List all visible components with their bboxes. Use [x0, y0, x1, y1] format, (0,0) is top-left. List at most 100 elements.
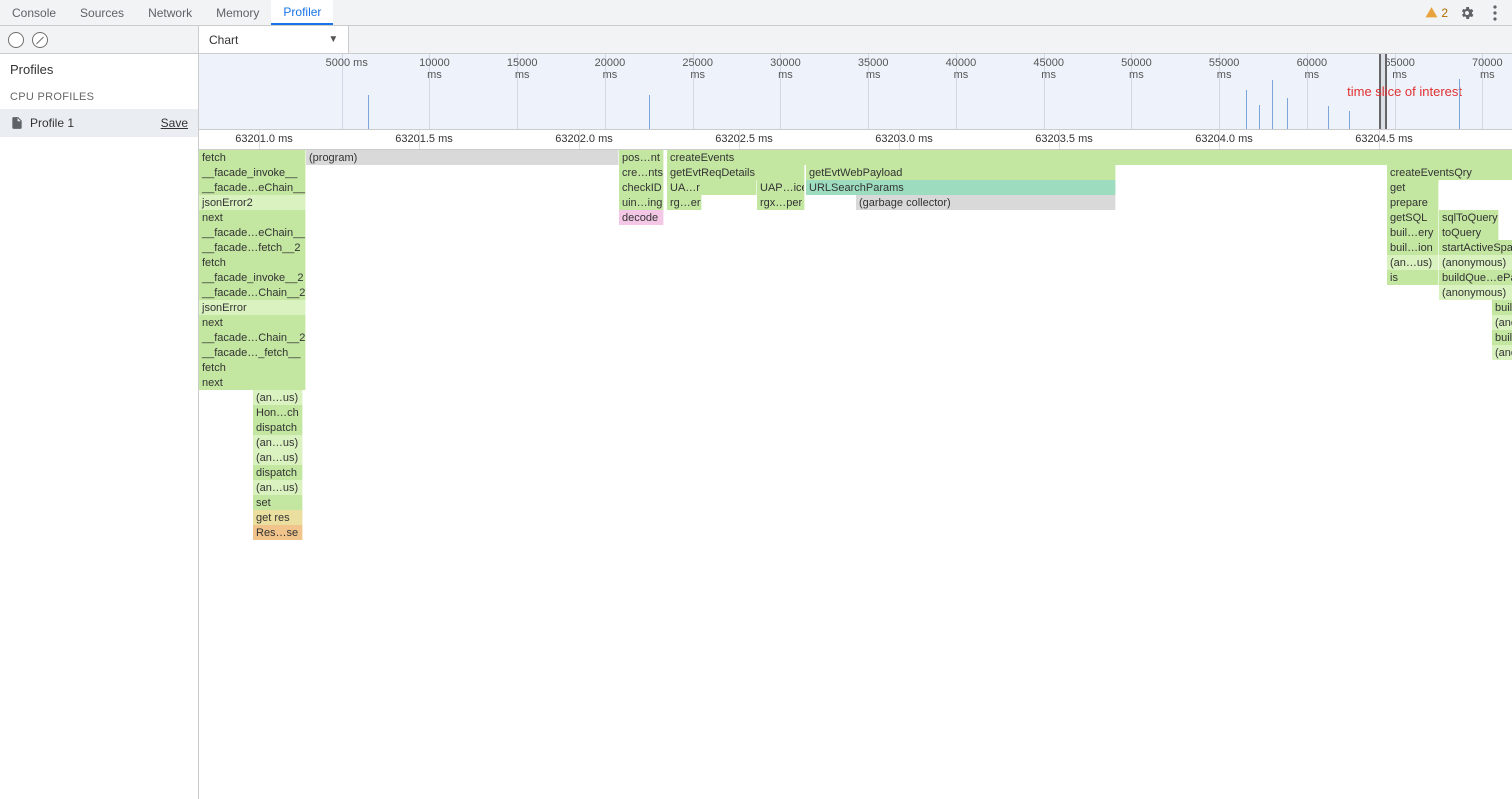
flame-bar[interactable]: dispatch: [253, 465, 303, 480]
overview-tick: 45000 ms: [1044, 54, 1045, 129]
flame-bar[interactable]: __facade…eChain__: [199, 180, 306, 195]
profiles-sidebar: Profiles CPU PROFILES Profile 1 Save: [0, 54, 199, 799]
flame-bar[interactable]: (an…us): [1387, 255, 1439, 270]
flame-bar[interactable]: URLSearchParams: [806, 180, 1116, 195]
overview-tick: 55000 ms: [1219, 54, 1220, 129]
flame-bar[interactable]: getEvtReqDetails: [667, 165, 805, 180]
flame-bar[interactable]: dispatch: [253, 420, 303, 435]
flame-bar[interactable]: buildQue…eParams: [1439, 270, 1512, 285]
view-mode-select[interactable]: Chart ▼: [199, 26, 349, 53]
flame-bar[interactable]: Hon…ch: [253, 405, 303, 420]
record-button[interactable]: [8, 32, 24, 48]
flame-bar[interactable]: fetch: [199, 360, 306, 375]
flame-bar[interactable]: createEventsQry: [1387, 165, 1512, 180]
flame-bar[interactable]: sqlToQuery: [1439, 210, 1499, 225]
flame-bar[interactable]: fetch: [199, 255, 306, 270]
flame-bar[interactable]: (anonymous): [1439, 255, 1512, 270]
flame-bar[interactable]: cre…nts: [619, 165, 664, 180]
overview-tick: 70000 ms: [1482, 54, 1483, 129]
flame-bar[interactable]: __facade…fetch__2: [199, 240, 306, 255]
flame-bar[interactable]: __facade…_fetch__: [199, 345, 306, 360]
flame-bar[interactable]: (anonymous): [1439, 285, 1512, 300]
tab-sources[interactable]: Sources: [68, 0, 136, 25]
flame-bar[interactable]: uin…ing: [619, 195, 664, 210]
flame-bar[interactable]: rgx…per: [757, 195, 805, 210]
flame-bar[interactable]: is: [1387, 270, 1439, 285]
overview-timeline[interactable]: 5000 ms10000 ms15000 ms20000 ms25000 ms3…: [199, 54, 1512, 130]
overview-tick: 10000 ms: [429, 54, 430, 129]
overview-tick: 35000 ms: [868, 54, 869, 129]
flame-bar[interactable]: (an…us): [253, 390, 303, 405]
ruler-tick: 63204.5 ms: [1379, 130, 1380, 149]
flame-bar[interactable]: prepare: [1387, 195, 1439, 210]
flame-bar[interactable]: (an…us): [253, 435, 303, 450]
chevron-down-icon: ▼: [328, 34, 338, 45]
flame-bar[interactable]: set: [253, 495, 303, 510]
overview-spike: [1259, 105, 1260, 129]
flame-bar[interactable]: __facade_invoke__2: [199, 270, 306, 285]
tab-memory[interactable]: Memory: [204, 0, 271, 25]
profile-item[interactable]: Profile 1 Save: [0, 109, 198, 137]
flame-bar[interactable]: get res: [253, 510, 303, 525]
flame-bar[interactable]: (garbage collector): [856, 195, 1116, 210]
flame-bar[interactable]: decode: [619, 210, 664, 225]
flame-bar[interactable]: next: [199, 210, 306, 225]
flame-chart[interactable]: call stack fetch(program)pos…ntcreateEve…: [199, 150, 1512, 799]
ruler-tick: 63203.0 ms: [899, 130, 900, 149]
profile-name: Profile 1: [30, 116, 74, 130]
tab-profiler[interactable]: Profiler: [271, 0, 333, 25]
overview-tick: 60000 ms: [1307, 54, 1308, 129]
tab-console[interactable]: Console: [0, 0, 68, 25]
save-profile-link[interactable]: Save: [161, 116, 188, 130]
flame-bar[interactable]: (an…us): [253, 450, 303, 465]
overview-spike: [1287, 98, 1288, 129]
annotation-time-slice: time slice of interest: [1347, 84, 1462, 100]
flame-bar[interactable]: (ano…us): [1492, 315, 1512, 330]
document-icon: [10, 115, 24, 131]
flame-bar[interactable]: __facade…eChain__: [199, 225, 306, 240]
flame-bar[interactable]: checkID: [619, 180, 664, 195]
flame-bar[interactable]: pos…nt: [619, 150, 664, 165]
flame-bar[interactable]: __facade…Chain__2: [199, 285, 306, 300]
profiler-toolbar: Chart ▼: [0, 26, 1512, 54]
flame-bar[interactable]: buil…ams: [1492, 300, 1512, 315]
flame-bar[interactable]: buil…ion: [1387, 240, 1439, 255]
overview-tick: 20000 ms: [605, 54, 606, 129]
detail-ruler[interactable]: 63201.0 ms63201.5 ms63202.0 ms63202.5 ms…: [199, 130, 1512, 150]
flame-bar[interactable]: buil…ery: [1387, 225, 1439, 240]
flame-bar[interactable]: getSQL: [1387, 210, 1439, 225]
tab-network[interactable]: Network: [136, 0, 204, 25]
more-button[interactable]: [1486, 4, 1504, 22]
overview-tick: 50000 ms: [1131, 54, 1132, 129]
clear-button[interactable]: [32, 32, 48, 48]
flame-bar[interactable]: createEvents: [667, 150, 1512, 165]
flame-bar[interactable]: toQuery: [1439, 225, 1499, 240]
overview-spike: [649, 95, 650, 129]
settings-button[interactable]: [1458, 4, 1476, 22]
flame-bar[interactable]: next: [199, 315, 306, 330]
flame-bar[interactable]: __facade…Chain__2: [199, 330, 306, 345]
flame-bar[interactable]: (an…us): [253, 480, 303, 495]
warning-count[interactable]: 2: [1425, 6, 1448, 20]
flame-bar[interactable]: Res…se: [253, 525, 303, 540]
flame-bar[interactable]: UAP…ice: [757, 180, 805, 195]
overview-tick: 30000 ms: [780, 54, 781, 129]
flame-bar[interactable]: UA…r: [667, 180, 757, 195]
flame-bar[interactable]: next: [199, 375, 306, 390]
flame-bar[interactable]: startActiveSpan: [1439, 240, 1512, 255]
kebab-icon: [1493, 5, 1497, 21]
flame-bar[interactable]: jsonError: [199, 300, 306, 315]
flame-bar[interactable]: jsonError2: [199, 195, 306, 210]
flame-bar[interactable]: __facade_invoke__: [199, 165, 306, 180]
overview-spike: [1349, 111, 1350, 129]
flame-bar[interactable]: fetch: [199, 150, 306, 165]
overview-tick: 25000 ms: [693, 54, 694, 129]
flame-bar[interactable]: (ano…us): [1492, 345, 1512, 360]
flame-bar[interactable]: rg…er: [667, 195, 702, 210]
flame-bar[interactable]: (program): [306, 150, 619, 165]
flame-bar[interactable]: getEvtWebPayload: [806, 165, 1116, 180]
flame-bar[interactable]: buil…ams: [1492, 330, 1512, 345]
overview-spike: [368, 95, 369, 129]
flame-bar[interactable]: get: [1387, 180, 1439, 195]
sidebar-section-header: CPU PROFILES: [0, 85, 198, 109]
